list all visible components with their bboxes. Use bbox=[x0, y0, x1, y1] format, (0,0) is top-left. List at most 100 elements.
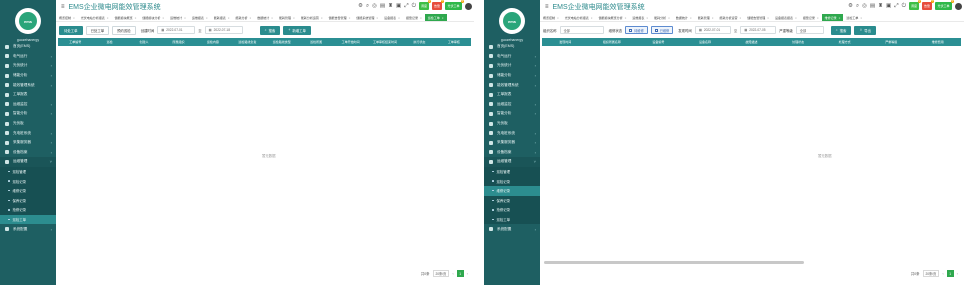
close-icon[interactable]: × bbox=[376, 16, 378, 20]
column-header[interactable]: 巡检 bbox=[92, 40, 126, 44]
column-header[interactable]: 创建人 bbox=[127, 40, 161, 44]
sidebar-item[interactable]: 智能分析 › bbox=[0, 109, 56, 119]
severity-select[interactable]: 全部 bbox=[795, 26, 824, 34]
sidebar-item[interactable]: 电气运行 › bbox=[484, 52, 540, 62]
avatar[interactable] bbox=[465, 2, 472, 10]
column-header[interactable]: 故障描述 bbox=[728, 40, 775, 44]
tab-item[interactable]: 运维报表 × bbox=[629, 14, 651, 21]
search-button[interactable]: ⌕ 搜索 bbox=[830, 25, 852, 35]
column-header[interactable]: 处理状态 bbox=[775, 40, 822, 44]
tab-item[interactable]: 数据统计 × bbox=[254, 14, 276, 21]
sidebar-item[interactable]: 光伏板 bbox=[484, 119, 540, 129]
close-icon[interactable]: × bbox=[135, 16, 137, 20]
column-header[interactable]: 巡检路线类型 bbox=[265, 40, 299, 44]
column-header[interactable]: 巡检路线负责 bbox=[230, 40, 264, 44]
done-repair-checkbox[interactable]: 已维修 bbox=[650, 26, 674, 34]
close-icon[interactable]: × bbox=[557, 16, 559, 20]
sidebar-subitem[interactable]: 巡检工单 bbox=[484, 214, 540, 225]
org-select[interactable]: 全部 bbox=[559, 26, 604, 34]
power-icon[interactable]: ⏻ bbox=[902, 2, 906, 10]
sidebar-item[interactable]: 设备档案 › bbox=[0, 148, 56, 158]
gear-icon[interactable]: ⚙ bbox=[848, 2, 853, 10]
close-icon[interactable]: × bbox=[420, 16, 422, 20]
sidebar-item[interactable]: 储能分析 › bbox=[484, 71, 540, 81]
close-icon[interactable]: × bbox=[162, 16, 164, 20]
column-header[interactable]: 工单审核 bbox=[437, 40, 471, 44]
close-icon[interactable]: × bbox=[228, 16, 230, 20]
column-header[interactable]: 工单编号 bbox=[58, 40, 92, 44]
tab-item[interactable]: 光伏电站分析报表 × bbox=[78, 14, 112, 21]
close-icon[interactable]: × bbox=[839, 16, 841, 20]
sidebar-item[interactable]: 储能分析 › bbox=[0, 71, 56, 81]
sidebar-item[interactable]: 能效管理系统 › bbox=[0, 80, 56, 90]
tab-item[interactable]: 储能模块分析 × bbox=[139, 14, 167, 21]
tab-item[interactable]: 能耗分析运营 × bbox=[298, 14, 326, 21]
close-icon[interactable]: × bbox=[817, 16, 819, 20]
column-header[interactable]: 工单开始时间 bbox=[333, 40, 367, 44]
power-icon[interactable]: ⏻ bbox=[412, 2, 416, 10]
screen-icon[interactable]: ▣ bbox=[396, 2, 401, 10]
prev-page-icon[interactable]: ‹ bbox=[452, 271, 453, 276]
tab-item[interactable]: 能耗分析 × bbox=[651, 14, 673, 21]
column-header[interactable]: 工单审核结束时间 bbox=[368, 40, 402, 44]
tab-item[interactable]: 能耗报表 × bbox=[211, 14, 233, 21]
close-icon[interactable]: × bbox=[795, 16, 797, 20]
tab-item[interactable]: 储能告警管理 × bbox=[326, 14, 354, 21]
column-header[interactable]: 巡检内容 bbox=[196, 40, 230, 44]
close-icon[interactable]: × bbox=[321, 16, 323, 20]
gear-icon[interactable]: ⚙ bbox=[358, 2, 363, 10]
sidebar-item[interactable]: 首页(EMS) bbox=[0, 42, 56, 52]
sidebar-subitem[interactable]: 维修记录 bbox=[0, 185, 56, 196]
planned-inspection-button[interactable]: 预约巡检 bbox=[112, 25, 136, 35]
column-header[interactable]: 维修费用 bbox=[915, 40, 962, 44]
close-icon[interactable]: × bbox=[349, 16, 351, 20]
tab-item[interactable]: 运维统计 × bbox=[167, 14, 189, 21]
bell-icon[interactable]: ♜ bbox=[388, 2, 393, 10]
screen-icon[interactable]: ▣ bbox=[886, 2, 891, 10]
pending-repair-checkbox[interactable]: 待维修 bbox=[625, 26, 648, 34]
sidebar-item[interactable]: 首页(EMS) bbox=[484, 42, 540, 52]
end-date-input[interactable]: ▦ 2022-07-05 bbox=[740, 26, 777, 34]
dispatch-badge[interactable]: 调度 2 bbox=[419, 0, 431, 10]
sidebar-item[interactable]: 智能分析 › bbox=[484, 109, 540, 119]
workorder-badge[interactable]: 光伏工单 3 bbox=[445, 0, 464, 10]
expand-icon[interactable]: ⤢ bbox=[404, 2, 408, 10]
tab-item[interactable]: 报警记录 × bbox=[403, 14, 425, 21]
fullscreen-icon[interactable]: ◎ bbox=[862, 2, 867, 10]
close-icon[interactable]: × bbox=[184, 16, 186, 20]
tab-item[interactable]: 巡检工单 × bbox=[843, 14, 865, 21]
sidebar-subitem[interactable]: 巡检工单 bbox=[0, 214, 56, 225]
tab-item[interactable]: 维修记录 × bbox=[821, 14, 844, 21]
export-button[interactable]: ⇪ 导出 bbox=[854, 25, 877, 35]
sidebar-subitem[interactable]: 巡检管理 bbox=[0, 166, 56, 177]
sidebar-subitem[interactable]: 巡检记录 bbox=[0, 176, 56, 186]
fullscreen-icon[interactable]: ◎ bbox=[372, 2, 377, 10]
sidebar-subitem[interactable]: 维修记录 bbox=[484, 185, 540, 196]
alarm-badge[interactable]: 告警 7 bbox=[922, 0, 934, 10]
tab-item[interactable]: 设备报表报表 × bbox=[772, 14, 800, 21]
sidebar-item[interactable]: 光伏统计 › bbox=[0, 61, 56, 71]
column-header[interactable]: 严重等级 bbox=[868, 40, 915, 44]
sidebar-subitem[interactable]: 抢修记录 bbox=[484, 205, 540, 215]
tab-item[interactable]: 运维报表 × bbox=[189, 14, 211, 21]
tab-item[interactable]: 巡检工单 × bbox=[424, 14, 447, 21]
sidebar-item[interactable]: 采集服务器 › bbox=[0, 138, 56, 148]
sidebar-item[interactable]: 运维监控 › bbox=[0, 100, 56, 110]
close-icon[interactable]: × bbox=[442, 16, 444, 20]
close-icon[interactable]: × bbox=[646, 16, 648, 20]
menu-toggle-icon[interactable]: ≡ bbox=[61, 4, 65, 10]
sidebar-item[interactable]: 系统配置 › bbox=[0, 224, 56, 234]
alarm-badge[interactable]: 告警 7 bbox=[432, 0, 444, 10]
close-icon[interactable]: × bbox=[107, 16, 109, 20]
sidebar-item[interactable]: 采集服务器 › bbox=[484, 138, 540, 148]
dispatch-badge[interactable]: 调度 2 bbox=[909, 0, 921, 10]
sidebar-item[interactable]: 光伏板 bbox=[0, 119, 56, 129]
column-header[interactable]: 处理方式 bbox=[821, 40, 868, 44]
sidebar-item[interactable]: 运维监控 › bbox=[484, 100, 540, 110]
sidebar-item[interactable]: 运维管理 ˅ bbox=[0, 157, 56, 167]
page-number[interactable]: 1 bbox=[456, 270, 464, 277]
sidebar-item[interactable]: 系统配置 › bbox=[484, 224, 540, 234]
tab-item[interactable]: 概览控制 × bbox=[540, 14, 562, 21]
close-icon[interactable]: × bbox=[271, 16, 273, 20]
close-icon[interactable]: × bbox=[712, 16, 714, 20]
